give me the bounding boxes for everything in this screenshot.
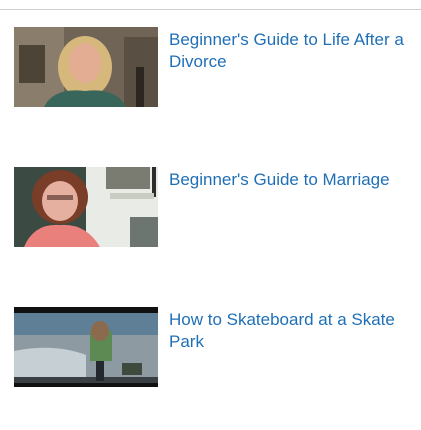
video-thumbnail[interactable] — [14, 167, 158, 247]
related-videos-list: Beginner's Guide to Life After a Divorce… — [0, 0, 421, 430]
related-video-item[interactable]: Beginner's Guide to Marriage — [14, 167, 414, 247]
video-title-link[interactable]: How to Skateboard at a Skate Park — [169, 309, 404, 353]
video-thumbnail[interactable] — [14, 307, 158, 387]
related-video-item[interactable]: Beginner's Guide to Life After a Divorce — [14, 27, 414, 107]
video-title-link[interactable]: Beginner's Guide to Marriage — [169, 169, 404, 191]
video-title-link[interactable]: Beginner's Guide to Life After a Divorce — [169, 29, 404, 73]
related-video-item[interactable]: How to Skateboard at a Skate Park — [14, 307, 414, 387]
video-thumbnail[interactable] — [14, 27, 158, 107]
